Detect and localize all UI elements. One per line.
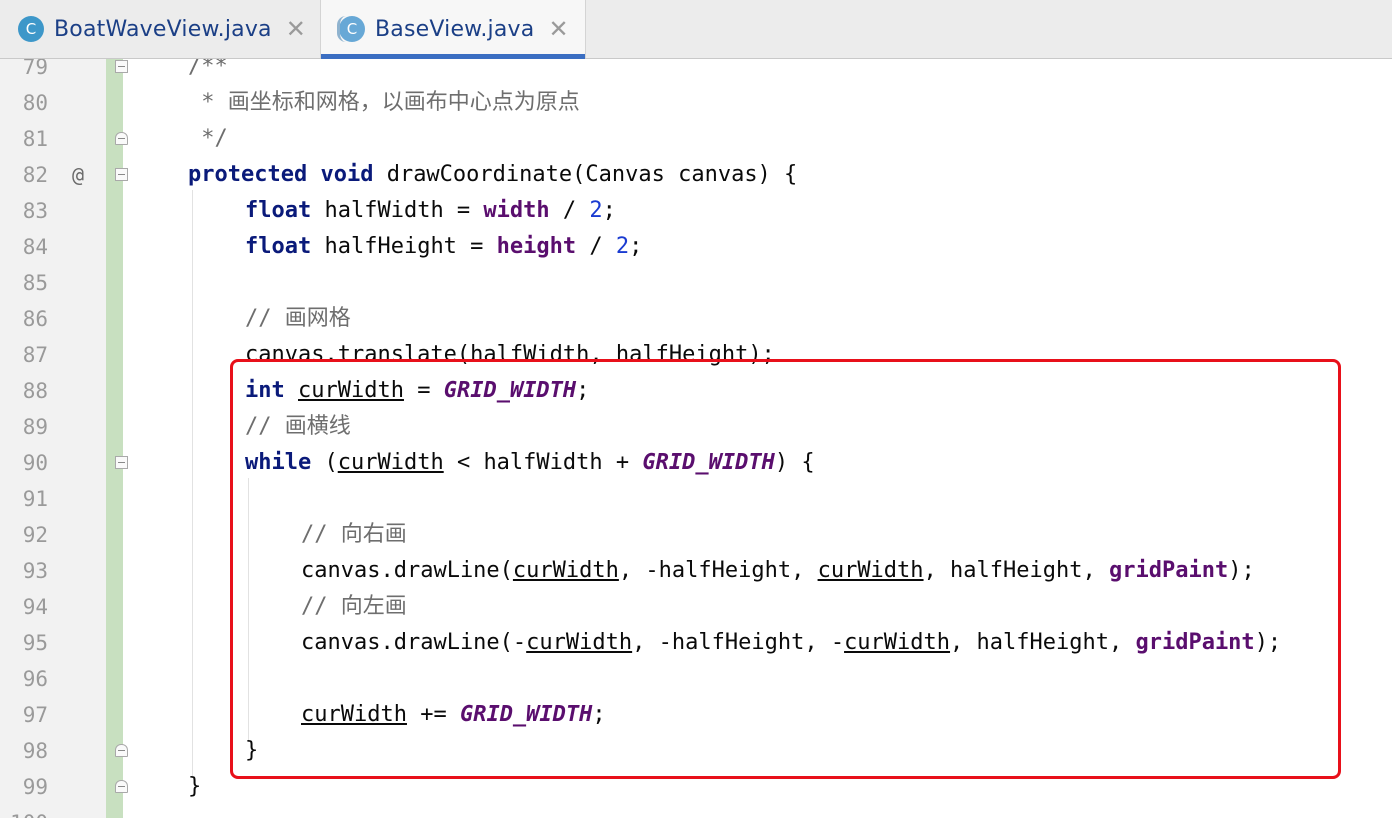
fold-icon[interactable] — [115, 456, 128, 469]
code-text: // 画网格 — [245, 306, 351, 331]
code-text: */ — [188, 126, 228, 151]
code-line: 83 float halfWidth = width / 2; — [0, 193, 1392, 229]
code-fragment: halfHeight = — [311, 234, 497, 259]
code-line: 81 */ — [0, 121, 1392, 157]
line-number: 79 — [22, 59, 48, 79]
code-line: 80 * 画坐标和网格，以画布中心点为原点 — [0, 85, 1392, 121]
code-line: 85 — [0, 265, 1392, 301]
fold-end-icon[interactable] — [115, 780, 128, 793]
close-icon[interactable]: ✕ — [548, 17, 568, 41]
tab-baseview[interactable]: C BaseView.java ✕ — [320, 0, 586, 59]
line-number: 85 — [22, 271, 48, 295]
tab-icon-letter: C — [346, 20, 358, 38]
tab-boatwaveview[interactable]: C BoatWaveView.java ✕ — [0, 0, 318, 58]
highlight-annotation-box — [230, 359, 1341, 779]
fold-icon[interactable] — [115, 60, 128, 73]
line-number: 88 — [22, 379, 48, 403]
line-number: 93 — [22, 559, 48, 583]
line-number: 87 — [22, 343, 48, 367]
java-class-icon: C — [18, 16, 44, 42]
number-literal: 2 — [615, 234, 630, 259]
readonly-marker-icon — [337, 16, 346, 42]
line-number: 80 — [22, 91, 48, 115]
code-line: 100 — [0, 805, 1392, 818]
line-number: 82 — [22, 163, 48, 187]
keyword: float — [245, 198, 312, 223]
code-text: * 画坐标和网格，以画布中心点为原点 — [188, 90, 580, 115]
editor-tab-bar: C BoatWaveView.java ✕ C BaseView.java ✕ — [0, 0, 1392, 59]
code-fragment: ; — [602, 198, 616, 223]
line-number: 97 — [22, 703, 48, 727]
code-line: 84 float halfHeight = height / 2; — [0, 229, 1392, 265]
line-number: 96 — [22, 667, 48, 691]
code-line: 79 /** — [0, 59, 1392, 85]
line-number: 100 — [0, 805, 48, 818]
code-editor[interactable]: 79 /** 80 * 画坐标和网格，以画布中心点为原点 81 */ 82 @ … — [0, 59, 1392, 818]
field: height — [496, 234, 577, 259]
code-fragment: / — [576, 234, 616, 259]
code-line: 86 // 画网格 — [0, 301, 1392, 337]
code-text: } — [188, 774, 202, 799]
line-number: 91 — [22, 487, 48, 511]
code-line: 82 @ protected void drawCoordinate(Canva… — [0, 157, 1392, 193]
line-number: 86 — [22, 307, 48, 331]
code-fragment: / — [549, 198, 590, 223]
code-fragment: drawCoordinate(Canvas canvas) { — [373, 162, 798, 187]
java-class-icon: C — [337, 16, 365, 42]
close-icon[interactable]: ✕ — [286, 17, 306, 41]
line-number: 98 — [22, 739, 48, 763]
tab-label: BoatWaveView.java — [54, 16, 272, 42]
override-marker-icon[interactable]: @ — [72, 157, 84, 193]
code-text: /** — [188, 59, 228, 79]
number-literal: 2 — [589, 198, 603, 223]
code-text: float halfHeight = height / 2; — [245, 229, 642, 265]
line-number: 83 — [22, 199, 48, 223]
field: width — [483, 198, 550, 223]
code-fragment: ; — [629, 234, 643, 259]
line-number: 81 — [22, 127, 48, 151]
line-number: 95 — [22, 631, 48, 655]
line-number: 89 — [22, 415, 48, 439]
fold-icon[interactable] — [115, 168, 128, 181]
fold-end-icon[interactable] — [115, 744, 128, 757]
tab-label: BaseView.java — [375, 16, 535, 42]
code-fragment: halfWidth = — [311, 198, 484, 223]
keyword: protected — [188, 162, 308, 187]
line-number: 90 — [22, 451, 48, 475]
keyword: float — [245, 234, 312, 259]
fold-end-icon[interactable] — [115, 132, 128, 145]
code-text: float halfWidth = width / 2; — [245, 193, 616, 229]
keyword: void — [320, 162, 374, 187]
line-number: 99 — [22, 775, 48, 799]
line-number: 84 — [22, 235, 48, 259]
line-number: 94 — [22, 595, 48, 619]
line-number: 92 — [22, 523, 48, 547]
code-text: protected void drawCoordinate(Canvas can… — [188, 157, 797, 193]
